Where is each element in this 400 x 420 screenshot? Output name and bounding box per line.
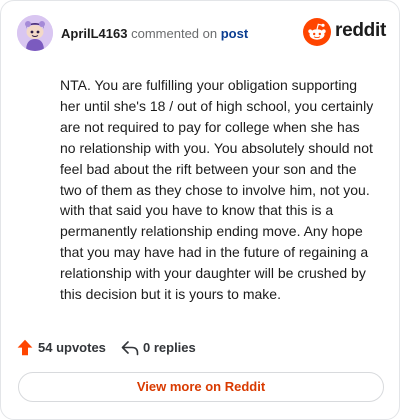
reply-count: 0 replies (143, 340, 196, 355)
upvote-count: 54 upvotes (38, 340, 106, 355)
view-more-button[interactable]: View more on Reddit (18, 372, 384, 402)
embedded-comment-card: AprilL4163 commented on post reddit NTA.… (0, 0, 400, 420)
reddit-wordmark: reddit (335, 20, 386, 41)
upvote-arrow-icon (17, 339, 33, 356)
reply-arrow-icon (121, 341, 139, 356)
commented-on-text: commented on (131, 26, 218, 41)
username-link[interactable]: AprilL4163 (61, 26, 127, 41)
comment-stats: 54 upvotes 0 replies (17, 337, 385, 359)
comment-body: NTA. You are fulfilling your obligation … (60, 77, 374, 303)
comment-header: AprilL4163 commented on post reddit (17, 15, 386, 51)
comment-byline: AprilL4163 commented on post (61, 26, 248, 42)
post-link[interactable]: post (221, 26, 248, 41)
reddit-brand[interactable]: reddit (303, 17, 386, 47)
reddit-alien-icon (303, 18, 331, 46)
snoo-avatar-icon (17, 15, 53, 51)
user-avatar[interactable] (17, 15, 53, 51)
